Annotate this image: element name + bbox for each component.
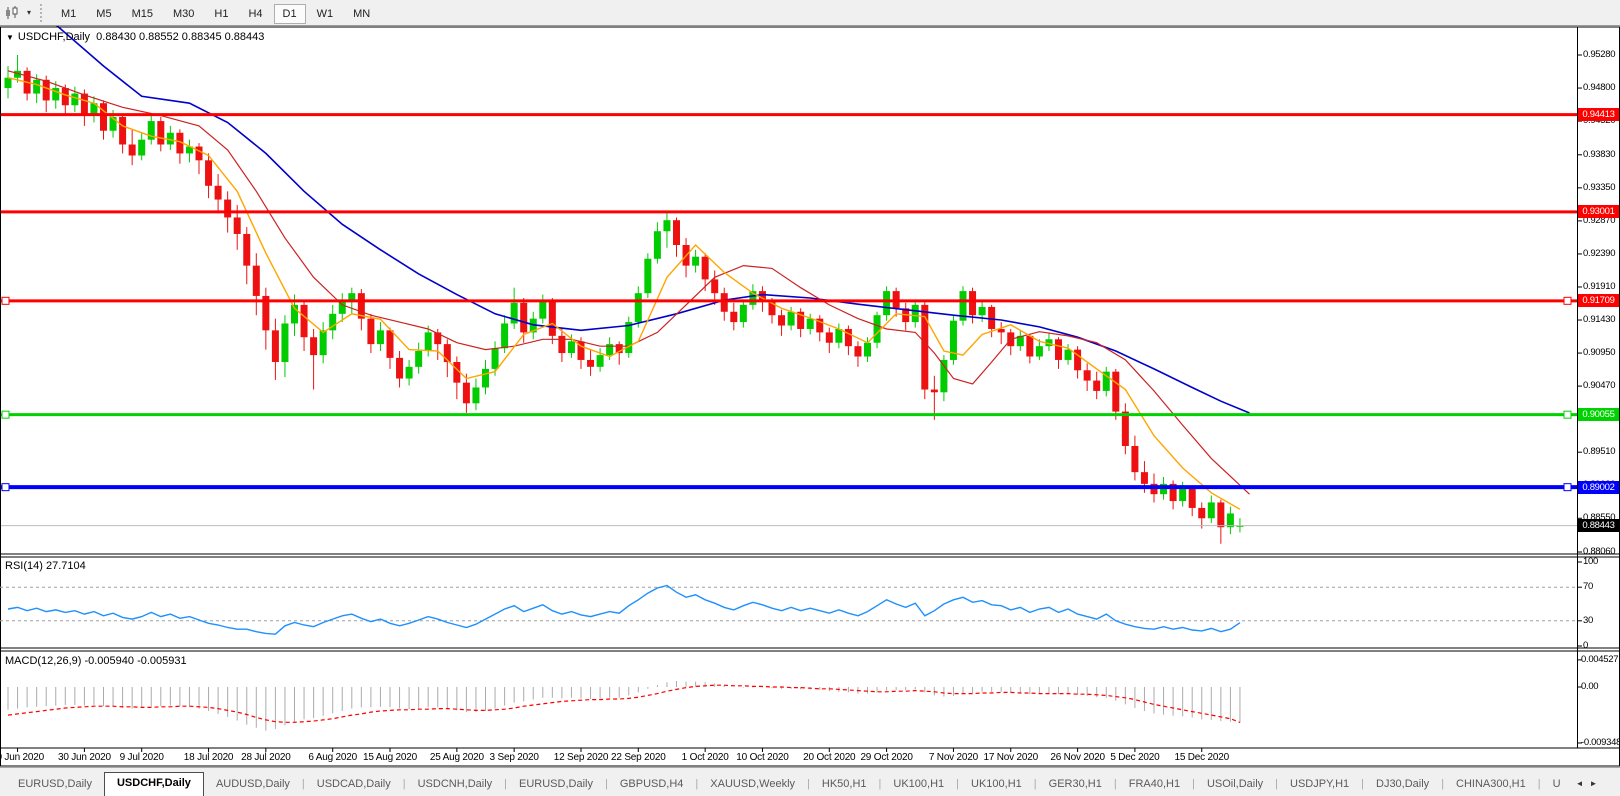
- chart-plot-area[interactable]: [1, 27, 1577, 748]
- chart-window: ▼USDCHF,Daily 0.88430 0.88552 0.88345 0.…: [0, 26, 1620, 767]
- chart-tab-ger30[interactable]: GER30,H1: [1037, 774, 1114, 796]
- timeframe-button-mn[interactable]: MN: [344, 4, 379, 24]
- chart-tab-eurusd[interactable]: EURUSD,Daily: [507, 774, 605, 796]
- chart-tab-fra40[interactable]: FRA40,H1: [1117, 774, 1192, 796]
- candlestick-chart-icon[interactable]: [4, 5, 22, 21]
- chart-tab-eurusd[interactable]: EURUSD,Daily: [6, 774, 104, 796]
- timeframe-button-h4[interactable]: H4: [239, 4, 271, 24]
- chart-tab-dj30[interactable]: DJ30,Daily: [1364, 774, 1441, 796]
- timeframe-button-w1[interactable]: W1: [308, 4, 343, 24]
- timeframe-button-m1[interactable]: M1: [52, 4, 85, 24]
- chart-tab-xauusd[interactable]: XAUUSD,Weekly: [698, 774, 807, 796]
- chart-type-dropdown-caret[interactable]: ▾: [22, 8, 36, 17]
- chart-tab-hk50[interactable]: HK50,H1: [810, 774, 879, 796]
- timeframe-button-h1[interactable]: H1: [205, 4, 237, 24]
- timeframe-button-group: M1M5M15M30H1H4D1W1MN: [51, 4, 380, 22]
- toolbar-grip: [40, 4, 45, 22]
- chart-tab-gbpusd[interactable]: GBPUSD,H4: [608, 774, 696, 796]
- timeframe-button-d1[interactable]: D1: [274, 4, 306, 24]
- chart-tab-audusd[interactable]: AUDUSD,Daily: [204, 774, 302, 796]
- chart-tab-uk100[interactable]: UK100,H1: [959, 774, 1034, 796]
- symbol-tab-bar: EURUSD,DailyUSDCHF,DailyAUDUSD,Daily|USD…: [0, 767, 1620, 796]
- chart-tab-usoil[interactable]: USOil,Daily: [1195, 774, 1275, 796]
- toolbar: ▾ M1M5M15M30H1H4D1W1MN: [0, 0, 1620, 26]
- price-scale[interactable]: [1578, 27, 1619, 748]
- chart-tab-usdjpy[interactable]: USDJPY,H1: [1278, 774, 1361, 796]
- timeframe-button-m15[interactable]: M15: [123, 4, 162, 24]
- chart-tab-usdcnh[interactable]: USDCNH,Daily: [406, 774, 505, 796]
- timeframe-button-m30[interactable]: M30: [164, 4, 203, 24]
- tab-scroll-left-icon[interactable]: ◄: [1573, 779, 1587, 796]
- chart-tab-usdcad[interactable]: USDCAD,Daily: [305, 774, 403, 796]
- timeframe-button-m5[interactable]: M5: [87, 4, 120, 24]
- chart-tab-overflow[interactable]: U: [1541, 774, 1573, 796]
- chart-tab-usdchf[interactable]: USDCHF,Daily: [104, 772, 204, 796]
- tab-scroll-right-icon[interactable]: ►: [1586, 779, 1600, 796]
- chart-tab-china300[interactable]: CHINA300,H1: [1444, 774, 1538, 796]
- chart-tab-uk100[interactable]: UK100,H1: [881, 774, 956, 796]
